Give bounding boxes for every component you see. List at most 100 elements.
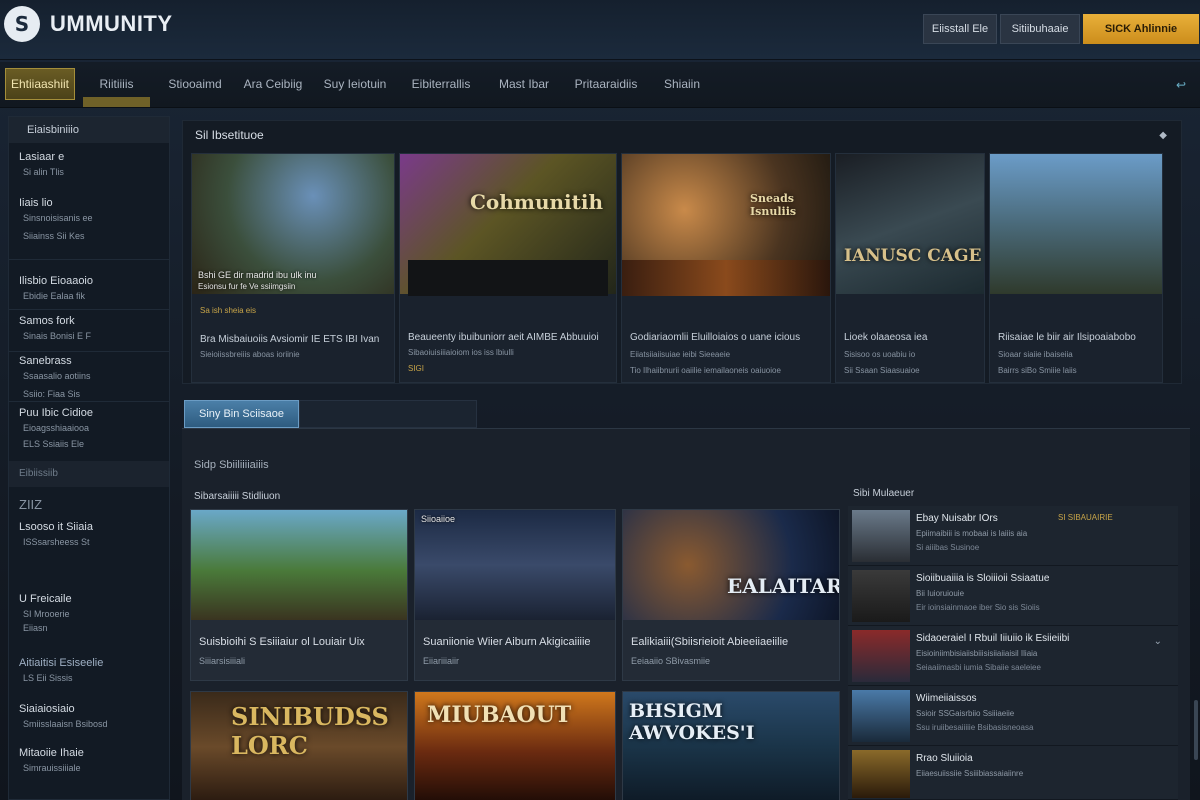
- list-item[interactable]: Ebay Nuisabr IOrs SI SIBAUAIRIE Epiimaib…: [848, 506, 1178, 566]
- game-card[interactable]: BHSIGM AWVOKES'I: [622, 691, 840, 800]
- game-card-art: [623, 510, 839, 620]
- sidebar-item[interactable]: Siiainss Sii Kes: [19, 227, 169, 241]
- nav-item-5[interactable]: Eibiterrallis: [402, 68, 480, 100]
- sidebar-item[interactable]: ELS Ssiaiis Ele: [19, 435, 169, 449]
- list-item-meta: Eir ioinsiainmaoe iber Sio sis Sioiis: [916, 603, 1040, 612]
- list-item-thumb: [852, 750, 910, 798]
- game-card-caption: Suisbioihi S Esiiiaiur ol Louiair Uix: [199, 636, 365, 648]
- list-item-tag: SI SIBAUAIRIE: [1058, 513, 1113, 522]
- sidebar-item[interactable]: Puu Ibic Cidioe Eioagsshiaaiooa: [19, 407, 169, 433]
- game-card-art-title: SINIBUDSS LORC: [231, 702, 389, 760]
- sidebar: Eiaisbiniiio Lasiaar e Si alin Tlis Iiais…: [8, 116, 170, 800]
- scrollbar[interactable]: [1194, 700, 1198, 760]
- list-item-thumb: [852, 510, 910, 562]
- sidebar-item[interactable]: Iiais lio Sinsnoisisanis ee: [19, 197, 169, 223]
- nav-item-1[interactable]: Riitiiiis: [83, 68, 150, 100]
- featured-card[interactable]: IANUSC CAGE Lioek olaaeosa iea Sisisoo o…: [835, 153, 985, 383]
- tab-active[interactable]: Siny Bin Sciisaoe: [184, 400, 299, 428]
- list-item[interactable]: Wiimeiiaissos Ssioir SSGaisrbiio Ssiiiae…: [848, 686, 1178, 746]
- sidebar-item[interactable]: Samos fork Sinais Bonisi E F: [19, 315, 169, 341]
- featured-card-art: [836, 154, 984, 294]
- game-card-sub: Siiiarsisiiiali: [199, 656, 246, 666]
- list-item-sub: Epiimaibiii is mobaai is laiiis aia: [916, 529, 1028, 538]
- primary-cta-button[interactable]: SICK Ahlinnie: [1083, 14, 1199, 44]
- list-item-sub: Bii Iuioruiouie: [916, 589, 965, 598]
- sidebar-divider: [9, 351, 169, 352]
- featured-card[interactable]: Cohmunitih Beaueenty ibuibuniorr aeit AI…: [399, 153, 617, 383]
- nav-item-2[interactable]: Stiooaimd: [160, 68, 230, 100]
- list-item-sub: Ssioir SSGaisrbiio Ssiiiaeiie: [916, 709, 1015, 718]
- list-item[interactable]: Sioiibuaiiia is Sloiiioii Ssiaatue Bii I…: [848, 566, 1178, 626]
- featured-card[interactable]: Sneads Isnuliis Godiariaomlii Eluilloiai…: [621, 153, 831, 383]
- lower-section-title: Sidp Sbiiliiiiaiiis: [194, 459, 269, 471]
- list-item-title: Rrao Sluiioia: [916, 753, 973, 764]
- sidebar-item-sub: SI Mrooerie: [23, 609, 70, 619]
- game-card[interactable]: Siioaiioe Suaniionie Wiier Aiburn Akigic…: [414, 509, 616, 681]
- sidebar-item-sub: Sinais Bonisi E F: [23, 331, 92, 341]
- nav-item-3[interactable]: Ara Ceibiig: [238, 68, 308, 100]
- logo[interactable]: S UMMUNITY: [4, 6, 173, 42]
- game-card[interactable]: MIUBAOUT: [414, 691, 616, 800]
- main-nav: Ehtiiaashiit Riitiiiis Stiooaimd Ara Cei…: [0, 62, 1200, 108]
- featured-card-caption: Lioek olaaeosa iea: [844, 332, 928, 343]
- tab-strip[interactable]: [299, 400, 477, 428]
- nav-item-7[interactable]: Pritaaraidiis: [568, 68, 644, 100]
- game-card[interactable]: Suisbioihi S Esiiiaiur ol Louiair Uix Si…: [190, 509, 408, 681]
- list-item-title: Wiimeiiaissos: [916, 693, 977, 704]
- sidebar-item[interactable]: Ssiio: Fiaa Sis: [19, 385, 169, 399]
- nav-item-0[interactable]: Ehtiiaashiit: [5, 68, 75, 100]
- sidebar-item[interactable]: U Freicaile SI Mrooerie: [19, 593, 169, 619]
- sidebar-item[interactable]: Mitaoiie Ihaie Simrauissiiiale: [19, 747, 169, 773]
- top-header: S UMMUNITY Eiisstall Ele Sitiibuhaaie SI…: [0, 0, 1200, 60]
- sidebar-item[interactable]: Lsooso it Siiaia ISSsarsheess St: [19, 521, 169, 547]
- sidebar-item[interactable]: Aitiaitisi Esiseelie LS Eii Sissis: [19, 657, 169, 683]
- list-item-sub: Eisioiniimbisiaiisbiiisisiiaiiaisil Ilia…: [916, 649, 1038, 658]
- featured-card-overlay: Bshi GE dir madrid ibu ulk inu: [198, 270, 317, 280]
- sidebar-item[interactable]: Lasiaar e Si alin Tlis: [19, 151, 169, 177]
- list-item-meta: Ssu iruiibesaiiiiie Bsibasisneoasa: [916, 723, 1034, 732]
- nav-item-6[interactable]: Mast Ibar: [488, 68, 560, 100]
- sidebar-item[interactable]: ZIIZ: [19, 497, 169, 512]
- featured-card-sub2: Tio Ilhaiibnurii oaiilie iemailaoneis oa…: [630, 366, 781, 375]
- sidebar-item-title: Aitiaitisi Esiseelie: [19, 657, 104, 669]
- sidebar-item-title: U Freicaile: [19, 593, 72, 605]
- install-button[interactable]: Eiisstall Ele: [923, 14, 997, 44]
- right-list: Ebay Nuisabr IOrs SI SIBAUAIRIE Epiimaib…: [848, 506, 1178, 800]
- expand-icon[interactable]: ◆: [1159, 130, 1167, 141]
- featured-card-caption: Bra Misbaiuoiis Avsiomir IE ETS IBI Ivan: [200, 334, 380, 345]
- sidebar-item[interactable]: Ilisbio Eioaaoio Ebidie Ealaa fik: [19, 275, 169, 301]
- game-card-caption: Suaniionie Wiier Aiburn Akigicaiiiie: [423, 636, 591, 648]
- sidebar-item-sub: ELS Ssiaiis Ele: [23, 439, 85, 449]
- game-card-badge: Siioaiioe: [421, 514, 456, 524]
- featured-card-tag: Sa ish sheia eis: [200, 306, 257, 315]
- return-arrow-icon[interactable]: ↩: [1176, 78, 1186, 92]
- sidebar-item[interactable]: Sanebrass Ssaasalio aotiins: [19, 355, 169, 381]
- chevron-down-icon[interactable]: ⌄: [1154, 636, 1162, 647]
- featured-card-art-title: Cohmunitih: [470, 190, 604, 214]
- game-card-caption: Ealikiaiii(Sbiisrieioit Abieeiiaeiilie: [631, 636, 789, 648]
- sidebar-item-title: Ilisbio Eioaaoio: [19, 275, 93, 287]
- list-item[interactable]: Sidaoeraiel I Rbuil Iiiuiio ik Esiieiibi…: [848, 626, 1178, 686]
- sidebar-item[interactable]: Siaiaiosiaio Smiisslaaisn Bsibosd: [19, 703, 169, 729]
- list-item[interactable]: Rrao Sluiioia Eiiaesuiissiie Ssiiibiassa…: [848, 746, 1178, 800]
- sidebar-item-title: Sanebrass: [19, 355, 72, 367]
- featured-card-caption: Beaueenty ibuibuniorr aeit AIMBE Abbuuio…: [408, 332, 599, 343]
- game-card-art: [415, 510, 615, 620]
- sidebar-divider: [9, 259, 169, 260]
- featured-card[interactable]: Bshi GE dir madrid ibu ulk inu Esionsu f…: [191, 153, 395, 383]
- featured-card-caption: Godiariaomlii Eluilloiaios o uane icious: [630, 332, 801, 343]
- game-card[interactable]: SINIBUDSS LORC: [190, 691, 408, 800]
- list-item-title: Ebay Nuisabr IOrs: [916, 513, 998, 524]
- sidebar-item-title: Iiais lio: [19, 197, 53, 209]
- featured-card[interactable]: Riisaiae le biir air Ilsipoaiabobo Sioaa…: [989, 153, 1163, 383]
- sidebar-item[interactable]: Eiiasn: [19, 619, 169, 633]
- list-item-sub: Eiiaesuiissiie Ssiiibiassaiaiinre: [916, 769, 1024, 778]
- featured-card-sub2: Sii Ssaan Siaasuaioe: [844, 366, 920, 375]
- sidebar-item-sub: Eioagsshiaaiooa: [23, 423, 90, 433]
- featured-card-sub: Sisisoo os uoabiu io: [844, 350, 916, 359]
- nav-item-8[interactable]: Shiaiin: [652, 68, 712, 100]
- game-card[interactable]: EALAITARE Ealikiaiii(Sbiisrieioit Abieei…: [622, 509, 840, 681]
- featured-card-tag: SIGI: [408, 364, 425, 373]
- nav-item-4[interactable]: Suy Ieiotuin: [316, 68, 394, 100]
- sign-in-button[interactable]: Sitiibuhaaie: [1000, 14, 1080, 44]
